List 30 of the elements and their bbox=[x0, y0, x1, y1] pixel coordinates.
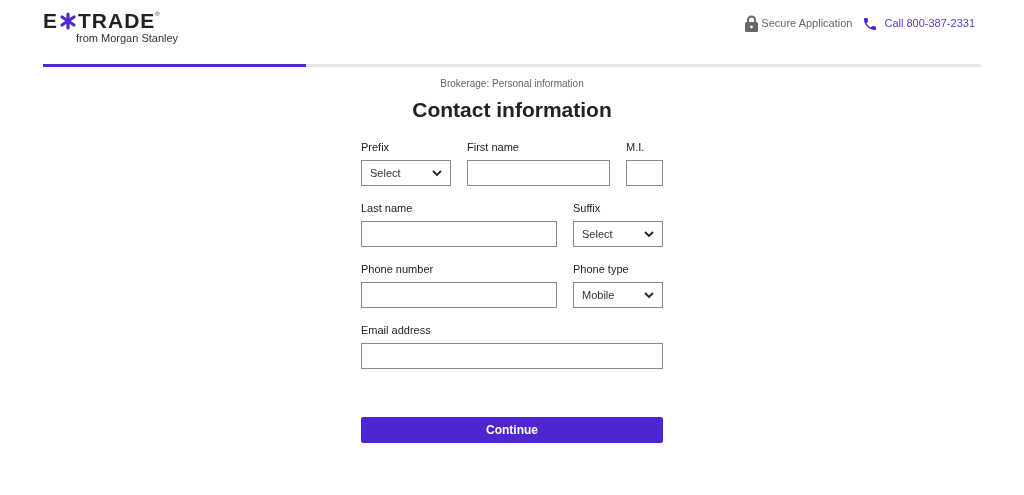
field-label: Phone type bbox=[573, 262, 630, 277]
star-icon bbox=[59, 12, 77, 30]
continue-button[interactable]: Continue bbox=[361, 417, 663, 443]
logo-text: TRADE bbox=[78, 10, 156, 32]
input-field[interactable] bbox=[361, 221, 557, 247]
input-field[interactable] bbox=[467, 160, 610, 186]
lock-icon bbox=[745, 15, 759, 32]
field-label: Phone number bbox=[361, 262, 435, 277]
phone-icon bbox=[862, 15, 879, 32]
chevron-down-icon bbox=[644, 291, 654, 299]
select-field[interactable]: Mobile bbox=[573, 282, 663, 308]
field-label: First name bbox=[467, 140, 520, 155]
secure-text: Secure Application bbox=[761, 16, 853, 32]
chevron-down-icon bbox=[644, 230, 654, 238]
chevron-down-icon bbox=[432, 169, 442, 177]
breadcrumb: Brokerage: Personal information bbox=[440, 77, 584, 91]
field-label: Email address bbox=[361, 323, 432, 338]
select-field[interactable]: Select bbox=[361, 160, 451, 186]
input-field[interactable] bbox=[626, 160, 663, 186]
select-field[interactable]: Select bbox=[573, 221, 663, 247]
input-field[interactable] bbox=[361, 282, 557, 308]
page-title: Contact information bbox=[412, 97, 612, 123]
field-label: Prefix bbox=[361, 140, 391, 155]
input-field[interactable] bbox=[361, 343, 663, 369]
field-label: Last name bbox=[361, 201, 414, 216]
field-label: M.I. bbox=[626, 140, 646, 155]
field-label: Suffix bbox=[573, 201, 602, 216]
logo-subtitle: from Morgan Stanley bbox=[76, 32, 179, 45]
phone-link[interactable]: Call 800-387-2331 bbox=[862, 15, 975, 32]
logo-letter: E bbox=[43, 10, 58, 32]
